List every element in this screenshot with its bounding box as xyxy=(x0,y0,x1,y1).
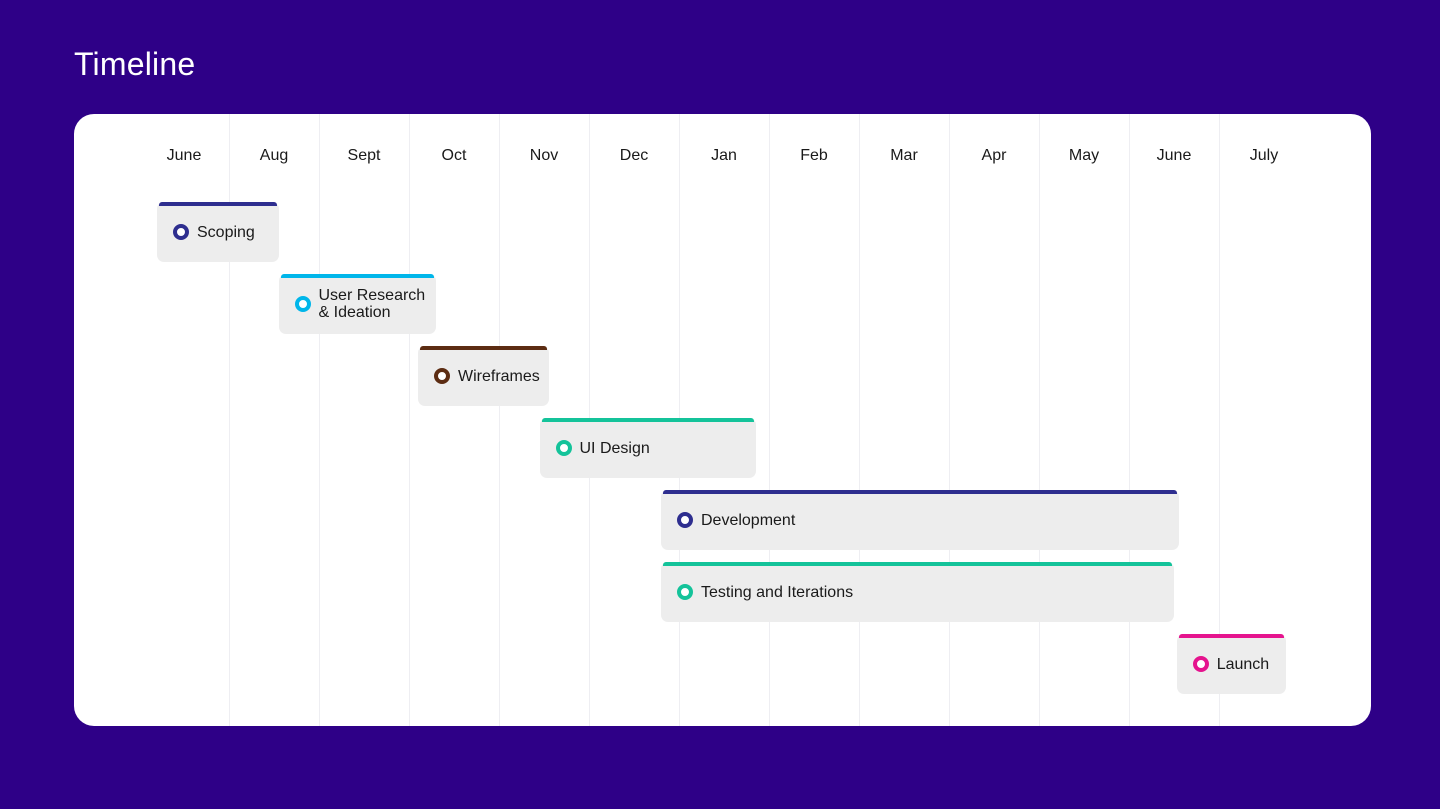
task-accent-bar xyxy=(280,274,434,278)
task-bar[interactable]: Launch xyxy=(1176,634,1287,694)
task-accent-bar xyxy=(663,562,1172,566)
month-label: Apr xyxy=(981,147,1007,164)
month-gridline xyxy=(319,114,320,726)
task-accent-bar xyxy=(541,418,754,422)
task-status-icon xyxy=(677,584,693,600)
task-accent-bar xyxy=(1178,634,1285,638)
task-bar[interactable]: UI Design xyxy=(539,418,756,478)
task-bar[interactable]: Wireframes xyxy=(418,346,549,406)
task-accent-bar xyxy=(420,346,547,350)
timeline-card: June Aug Sept Oct Nov Dec Jan Feb Mar Apr May June J… xyxy=(74,114,1371,726)
month-label: Feb xyxy=(800,147,828,164)
task-label: Testing and Iterations xyxy=(701,583,854,601)
month-gridline xyxy=(499,114,500,726)
task-bar[interactable]: Development xyxy=(661,490,1179,550)
task-label: Development xyxy=(701,511,796,529)
month-label: Mar xyxy=(890,147,918,164)
month-gridline xyxy=(859,114,860,726)
task-status-icon xyxy=(173,224,189,240)
task-label: Wireframes xyxy=(458,367,540,385)
task-label: UI Design xyxy=(579,439,650,457)
task-label: Scoping xyxy=(197,223,255,241)
month-label: June xyxy=(166,147,202,164)
task-bar[interactable]: User Research & Ideation xyxy=(278,274,436,334)
month-label: Oct xyxy=(441,147,467,164)
month-label: Jan xyxy=(711,147,737,164)
task-status-icon xyxy=(294,296,311,312)
month-label: July xyxy=(1249,147,1279,164)
month-label: June xyxy=(1156,147,1192,164)
task-label: User Research & Ideation xyxy=(318,287,426,321)
month-gridline xyxy=(949,114,950,726)
task-accent-bar xyxy=(663,490,1177,494)
task-status-icon xyxy=(677,512,693,528)
task-label: Launch xyxy=(1216,655,1270,673)
task-status-icon xyxy=(1192,656,1209,672)
month-label: May xyxy=(1068,147,1100,164)
month-label: Aug xyxy=(259,147,289,164)
task-status-icon xyxy=(434,368,450,384)
month-gridline xyxy=(769,114,770,726)
month-label: Dec xyxy=(619,147,649,164)
task-bar[interactable]: Testing and Iterations xyxy=(661,562,1174,622)
page-title: Timeline xyxy=(74,46,196,82)
task-status-icon xyxy=(555,440,572,456)
task-accent-bar xyxy=(159,202,277,206)
task-bar[interactable]: Scoping xyxy=(157,202,279,262)
month-gridline xyxy=(409,114,410,726)
month-gridline xyxy=(1039,114,1040,726)
month-label: Sept xyxy=(347,147,381,164)
month-label: Nov xyxy=(529,147,559,164)
month-gridline xyxy=(1129,114,1130,726)
